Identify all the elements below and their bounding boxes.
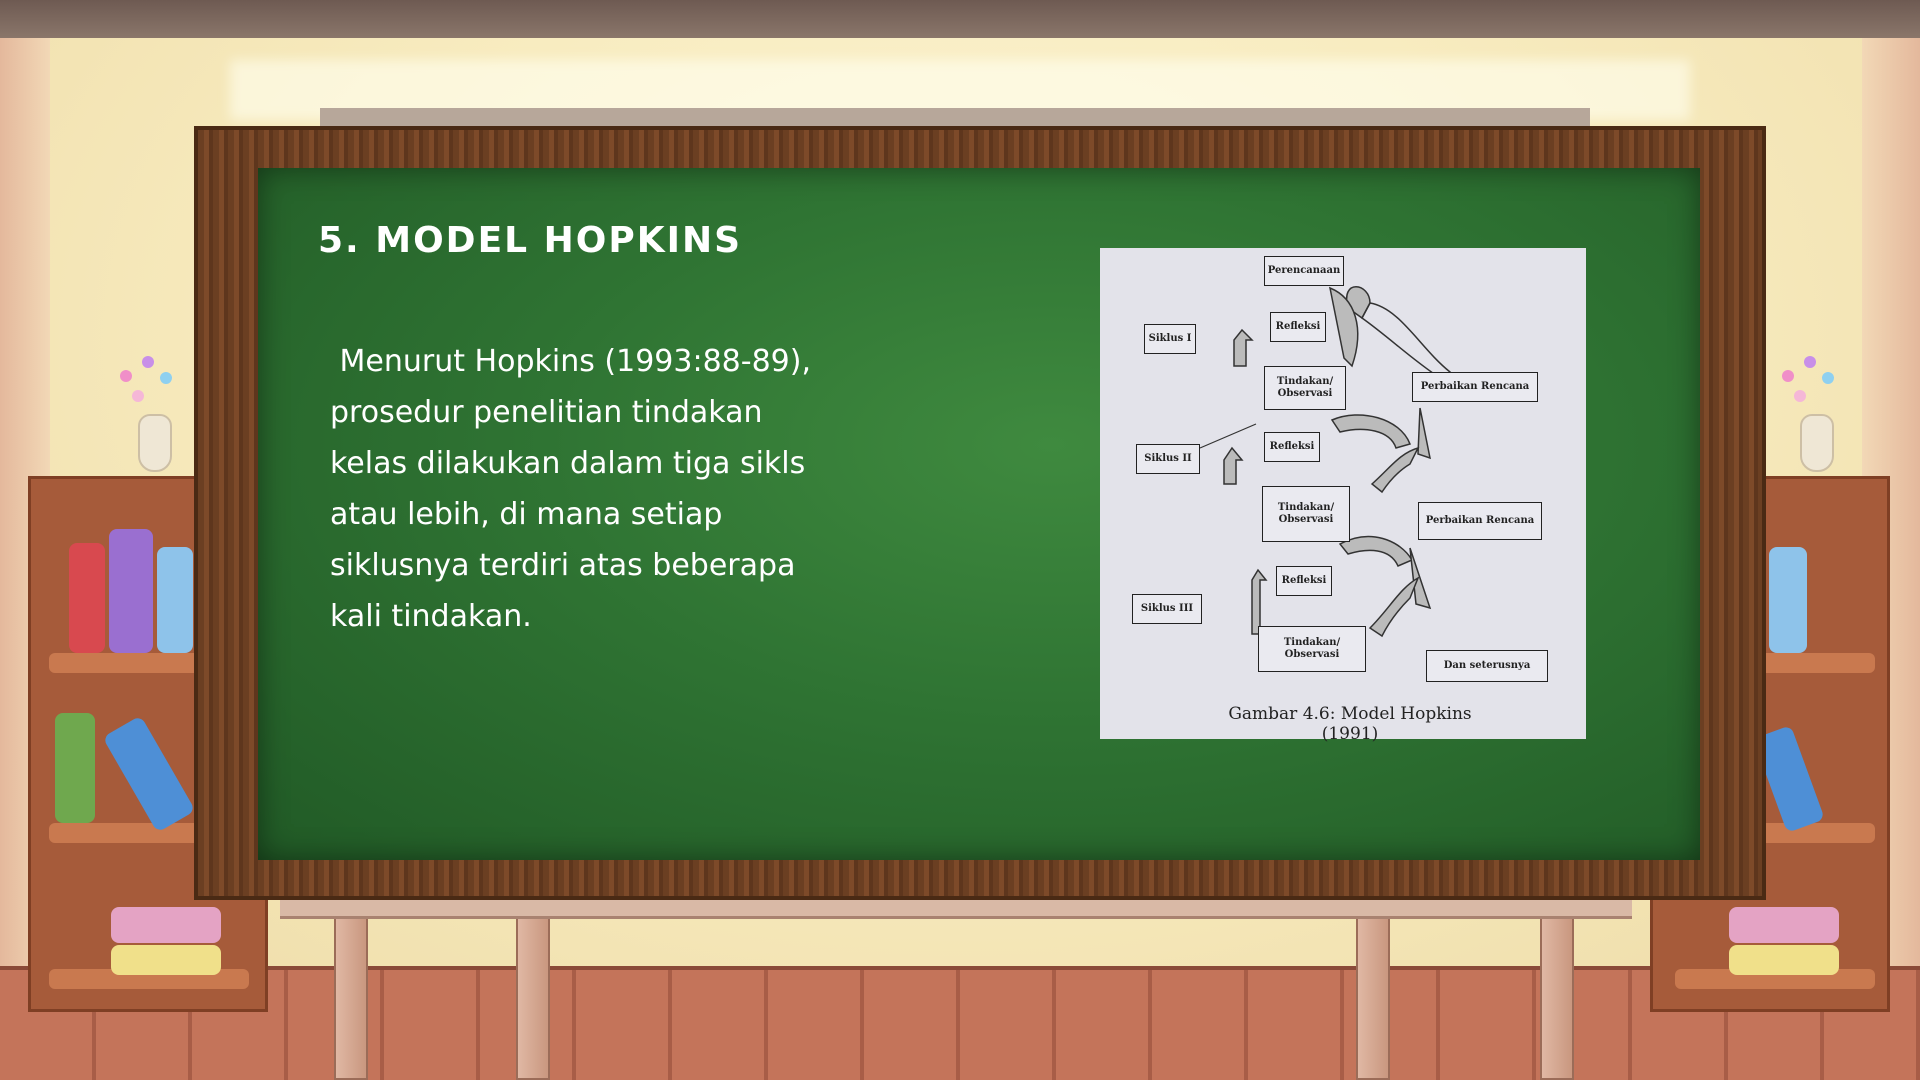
box-refleksi-1: Refleksi xyxy=(1270,312,1326,342)
book-blue-tilted xyxy=(102,715,196,833)
box-perbaikan-1: Perbaikan Rencana xyxy=(1412,372,1538,402)
box-perencanaan: Perencanaan xyxy=(1264,256,1344,286)
board-leg xyxy=(1356,912,1390,1080)
book-stack-pink xyxy=(111,907,221,943)
box-siklus-1: Siklus I xyxy=(1144,324,1196,354)
box-siklus-2: Siklus II xyxy=(1136,444,1200,474)
book-green xyxy=(55,713,95,823)
box-tindakan-1: Tindakan/ Observasi xyxy=(1264,366,1346,410)
flower-vase-right xyxy=(1800,414,1834,472)
box-dan-seterusnya: Dan seterusnya xyxy=(1426,650,1548,682)
box-refleksi-3: Refleksi xyxy=(1276,566,1332,596)
box-tindakan-3: Tindakan/ Observasi xyxy=(1258,626,1366,672)
board-top-shadow xyxy=(320,108,1590,128)
box-perbaikan-2: Perbaikan Rencana xyxy=(1418,502,1542,540)
chalk-tray xyxy=(280,898,1632,919)
slide-title: 5. MODEL HOPKINS xyxy=(318,220,743,261)
box-tindakan-2: Tindakan/ Observasi xyxy=(1262,486,1350,542)
book-blue-right xyxy=(1769,547,1807,653)
box-siklus-3: Siklus III xyxy=(1132,594,1202,624)
book-red xyxy=(69,543,105,653)
board-leg xyxy=(516,912,550,1080)
book-blue xyxy=(157,547,193,653)
board-leg xyxy=(1540,912,1574,1080)
book-purple xyxy=(109,529,153,653)
board-leg xyxy=(334,912,368,1080)
ceiling xyxy=(0,0,1920,38)
wooden-floor xyxy=(0,970,1920,1080)
slide-body-text: Menurut Hopkins (1993:88-89), prosedur p… xyxy=(330,344,811,634)
box-refleksi-2: Refleksi xyxy=(1264,432,1320,462)
book-stack-pink-right xyxy=(1729,907,1839,943)
flower-vase-left xyxy=(138,414,172,472)
book-stack-yellow-right xyxy=(1729,945,1839,975)
figure-caption: Gambar 4.6: Model Hopkins (1991) xyxy=(1228,704,1472,744)
hopkins-model-figure: Perencanaan Siklus I Refleksi Tindakan/ … xyxy=(1100,248,1586,744)
book-stack-yellow xyxy=(111,945,221,975)
